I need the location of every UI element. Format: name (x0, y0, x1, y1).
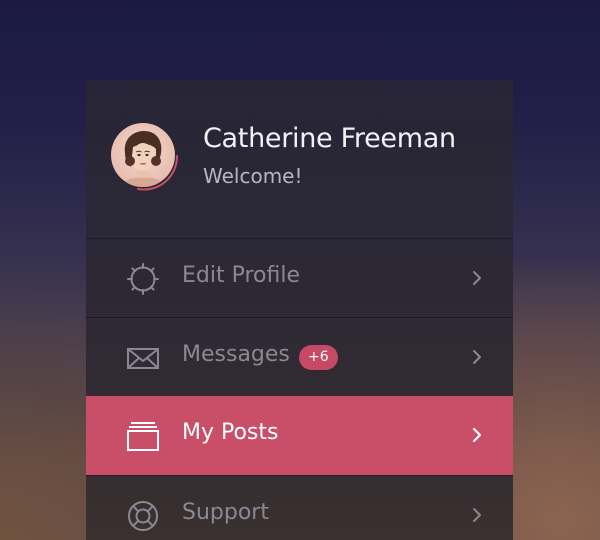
avatar-image (111, 123, 175, 187)
unread-count-badge: +6 (299, 345, 338, 370)
navigation-panel: Catherine Freeman Welcome! Edit Profile (86, 80, 513, 540)
gear-icon (127, 263, 159, 295)
menu-item-label: My Posts (182, 420, 279, 445)
chevron-right-icon (472, 427, 482, 443)
chevron-right-icon (473, 350, 481, 364)
menu-item-label: Edit Profile (182, 263, 301, 288)
menu-item-my-posts[interactable]: My Posts (86, 396, 513, 475)
lifebuoy-icon (128, 501, 158, 531)
menu-list: Edit Profile Messages +6 My Posts Suppor… (86, 238, 513, 540)
menu-item-messages[interactable]: Messages +6 (86, 317, 513, 396)
menu-item-label: Messages (182, 342, 290, 367)
stack-icon (127, 422, 159, 451)
user-name: Catherine Freeman (203, 123, 456, 154)
menu-item-support[interactable]: Support (86, 475, 513, 540)
profile-header: Catherine Freeman Welcome! (86, 80, 513, 238)
chevron-right-icon (473, 508, 481, 522)
avatar[interactable] (110, 122, 179, 191)
menu-item-label: Support (182, 500, 269, 525)
envelope-icon (127, 348, 159, 369)
welcome-text: Welcome! (203, 164, 303, 188)
chevron-right-icon (473, 271, 481, 285)
menu-item-edit-profile[interactable]: Edit Profile (86, 238, 513, 317)
